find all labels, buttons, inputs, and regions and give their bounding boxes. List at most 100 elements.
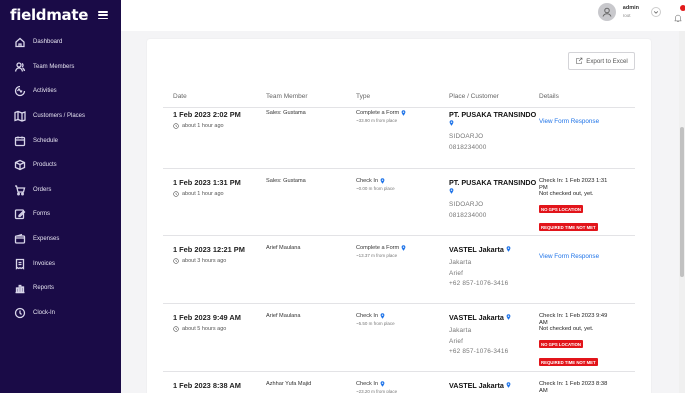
type-cell: Complete a Form ~33.90 m from place [356, 110, 406, 123]
edit-icon [14, 208, 26, 220]
place-name[interactable]: VASTEL Jakarta [449, 245, 504, 254]
scrollbar[interactable] [679, 31, 685, 393]
location-pin-icon[interactable] [506, 245, 511, 252]
home-icon [14, 36, 26, 48]
export-icon [576, 57, 583, 64]
place-cell: PT. PUSAKA TRANSINDO SIDOARJO 0818234000 [449, 178, 537, 221]
place-cell: VASTEL Jakarta Jakarta [449, 381, 537, 393]
team-member-cell: Arief Maulana [266, 313, 301, 319]
sidebar-item-label: Orders [33, 186, 52, 193]
sidebar-item-orders[interactable]: Orders [0, 178, 121, 203]
relative-time: about 5 hours ago [182, 326, 227, 332]
user-menu[interactable]: admin root [597, 3, 661, 21]
details-cell: Check In: 1 Feb 2023 9:49 AM Not checked… [539, 313, 617, 369]
place-detail-line: SIDOARJO [449, 133, 484, 140]
team-member-name: Azhhar Yufa Majid [266, 381, 312, 387]
menu-icon[interactable] [98, 11, 109, 19]
team-member-cell: Azhhar Yufa Majid [266, 381, 311, 387]
export-excel-button[interactable]: Export to Excel [568, 52, 635, 70]
sidebar-item-invoices[interactable]: Invoices [0, 251, 121, 276]
details-cell: View Form Response [539, 110, 599, 128]
invoice-icon [14, 258, 26, 270]
table-divider [163, 168, 635, 169]
package-icon [14, 159, 26, 171]
relative-time: about 1 hour ago [182, 123, 224, 129]
location-pin-icon[interactable] [506, 381, 511, 388]
notification-badge [680, 5, 685, 11]
column-header-place: Place / Customer [449, 93, 499, 100]
location-pin-icon[interactable] [401, 110, 406, 116]
distance-from-place: ~5.50 m from place [356, 321, 395, 326]
view-form-response-link[interactable]: View Form Response [539, 118, 599, 125]
place-detail-line: Arief [449, 337, 464, 345]
sidebar-item-label: Schedule [33, 137, 59, 144]
sidebar-item-clock-in[interactable]: Clock-In [0, 301, 121, 326]
location-pin-icon[interactable] [449, 187, 454, 194]
notification-button[interactable] [673, 5, 685, 22]
sidebar-item-customers-places[interactable]: Customers / Places [0, 104, 121, 129]
calendar-icon [14, 135, 26, 147]
scrollbar-thumb[interactable] [680, 127, 684, 277]
distance-from-place: ~13.37 m from place [356, 253, 398, 258]
location-pin-icon[interactable] [506, 313, 511, 320]
activity-date: 1 Feb 2023 1:31 PM [173, 178, 241, 187]
type-cell: Check In ~0.00 m from place [356, 178, 395, 191]
sidebar-item-label: Products [33, 162, 57, 169]
location-pin-icon[interactable] [380, 313, 385, 319]
view-form-response-link[interactable]: View Form Response [539, 253, 599, 260]
place-detail-line: 0818234000 [449, 211, 487, 219]
sidebar-item-reports[interactable]: Reports [0, 276, 121, 301]
export-label: Export to Excel [586, 57, 628, 65]
table-divider [163, 235, 635, 236]
relative-time: about 3 hours ago [182, 258, 227, 264]
status-badge: NO GPS LOCATION [539, 340, 584, 348]
sidebar-item-activities[interactable]: Activities [0, 79, 121, 104]
activity-type: Check In [356, 313, 379, 319]
activity-date: 1 Feb 2023 8:38 AM [173, 381, 241, 390]
map-icon [14, 110, 26, 122]
place-cell: VASTEL Jakarta Jakarta Arief +62 857-1076-… [449, 245, 537, 290]
table-header: Date Team Member Type Place / Customer D… [173, 93, 633, 107]
sidebar-item-schedule[interactable]: Schedule [0, 128, 121, 153]
team-member-name: Sales: Gustama [266, 110, 306, 116]
team-member-cell: Sales: Gustama [266, 110, 306, 116]
location-pin-icon[interactable] [380, 381, 385, 387]
activity-type: Complete a Form [356, 245, 400, 251]
sidebar-item-forms[interactable]: Forms [0, 202, 121, 227]
distance-from-place: ~23.20 m from place [356, 389, 398, 393]
sidebar-item-label: Dashboard [33, 39, 63, 46]
column-header-type: Type [356, 93, 371, 100]
sidebar-item-dashboard[interactable]: Dashboard [0, 30, 121, 55]
sidebar-item-label: Expenses [33, 236, 60, 243]
place-name[interactable]: PT. PUSAKA TRANSINDO [449, 178, 536, 187]
details-cell: Check In: 1 Feb 2023 8:38 AM Not checked… [539, 381, 617, 393]
sidebar-item-products[interactable]: Products [0, 153, 121, 178]
sidebar-item-label: Forms [33, 211, 50, 218]
place-detail-line: Jakarta [449, 327, 472, 334]
user-name: admin [622, 5, 639, 11]
type-cell: Complete a Form ~13.37 m from place [356, 245, 406, 258]
sidebar-item-label: Activities [33, 88, 57, 95]
place-name[interactable]: VASTEL Jakarta [449, 381, 504, 390]
location-pin-icon[interactable] [401, 245, 406, 251]
location-pin-icon[interactable] [380, 178, 385, 184]
place-name[interactable]: PT. PUSAKA TRANSINDO [449, 110, 536, 119]
date-cell: 1 Feb 2023 8:38 AMabout 6 hours ago [173, 381, 241, 393]
clock-icon [173, 258, 179, 264]
table-divider [163, 107, 635, 108]
sidebar-item-expenses[interactable]: Expenses [0, 227, 121, 252]
location-pin-icon[interactable] [449, 119, 454, 126]
place-detail-line: Jakarta [449, 259, 472, 266]
activity-type: Check In [356, 178, 379, 184]
place-detail-line: 0818234000 [449, 143, 487, 151]
cart-icon [14, 184, 26, 196]
team-member-name: Arief Maulana [266, 245, 301, 251]
relative-time: about 1 hour ago [182, 191, 224, 197]
chevron-down-icon[interactable] [651, 7, 661, 17]
type-cell: Check In ~23.20 m from place [356, 381, 397, 393]
sidebar-item-team-members[interactable]: Team Members [0, 55, 121, 80]
activity-date: 1 Feb 2023 9:49 AM [173, 313, 241, 322]
date-cell: 1 Feb 2023 2:02 PM about 1 hour ago [173, 110, 241, 129]
bell-icon [674, 14, 682, 22]
place-name[interactable]: VASTEL Jakarta [449, 313, 504, 322]
